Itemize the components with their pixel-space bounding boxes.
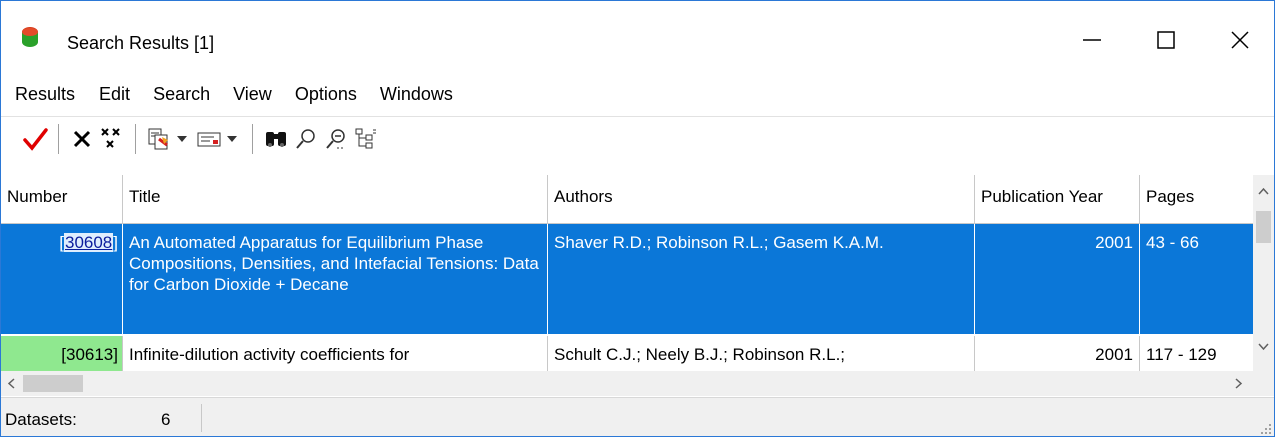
zoom-icon [296, 128, 315, 149]
cell-authors: Shaver R.D.; Robinson R.L.; Gasem K.A.M. [548, 224, 975, 335]
close-button[interactable] [1215, 17, 1265, 63]
message-dropdown[interactable] [225, 124, 239, 154]
dataset-number-link[interactable]: 30608 [63, 233, 114, 252]
tree-view-button[interactable] [352, 124, 380, 154]
cell-year: 2001 [975, 336, 1140, 371]
status-bar: Datasets: 6 [1, 397, 1274, 436]
horizontal-scroll-thumb[interactable] [23, 375, 83, 392]
column-header-pages[interactable]: Pages [1140, 175, 1253, 223]
cell-pages: 117 - 129 [1140, 336, 1253, 371]
message-icon [197, 132, 221, 146]
menu-view[interactable]: View [233, 80, 272, 109]
search-results-window: Search Results [1] Results Edit Search V… [0, 0, 1275, 437]
app-icon [22, 27, 38, 47]
copy-export-button[interactable] [145, 124, 173, 154]
delete-all-icon [101, 127, 120, 148]
menu-results[interactable]: Results [15, 80, 75, 109]
close-icon [1231, 31, 1249, 49]
chevron-down-icon [177, 135, 187, 142]
cell-number[interactable]: [30613] [1, 336, 123, 371]
delete-all-button[interactable] [98, 124, 126, 154]
scroll-down-icon[interactable] [1258, 343, 1269, 351]
column-header-authors[interactable]: Authors [548, 175, 975, 223]
column-header-number[interactable]: Number [1, 175, 123, 223]
accept-button[interactable] [21, 124, 49, 154]
cell-authors: Schult C.J.; Neely B.J.; Robinson R.L.; [548, 336, 975, 371]
delete-icon [73, 130, 91, 147]
cell-number[interactable]: [30608] [1, 224, 123, 335]
scroll-right-icon[interactable] [1235, 378, 1243, 389]
find-button[interactable] [262, 124, 290, 154]
scroll-up-icon[interactable] [1258, 187, 1269, 195]
binoculars-icon [266, 131, 286, 147]
minimize-button[interactable] [1067, 17, 1117, 63]
toolbar-separator [58, 123, 59, 154]
zoom-out-button[interactable] [322, 124, 350, 154]
checkmark-icon [23, 127, 48, 151]
horizontal-scrollbar[interactable] [1, 371, 1253, 396]
scrollbar-corner [1253, 371, 1274, 396]
menu-edit[interactable]: Edit [99, 80, 130, 109]
column-header-title[interactable]: Title [123, 175, 548, 223]
datasets-label: Datasets: [5, 410, 77, 429]
toolbar-separator [252, 123, 253, 154]
cell-title: Infinite-dilution activity coefficients … [123, 336, 548, 371]
vertical-scroll-thumb[interactable] [1256, 211, 1271, 243]
toolbar [1, 116, 1274, 160]
cell-year: 2001 [975, 224, 1140, 335]
cell-pages: 43 - 66 [1140, 224, 1253, 335]
scroll-left-icon[interactable] [7, 378, 15, 389]
copy-export-dropdown[interactable] [175, 124, 189, 154]
datasets-count: 6 [161, 410, 171, 429]
maximize-button[interactable] [1141, 17, 1191, 63]
menu-windows[interactable]: Windows [380, 80, 453, 109]
toolbar-separator [135, 123, 136, 154]
delete-button[interactable] [68, 124, 96, 154]
menu-options[interactable]: Options [295, 80, 357, 109]
message-button[interactable] [195, 124, 223, 154]
vertical-scrollbar[interactable] [1253, 175, 1274, 371]
minimize-icon [1083, 39, 1101, 41]
zoom-out-icon [326, 128, 345, 149]
table-row[interactable]: [30608] An Automated Apparatus for Equil… [1, 224, 1253, 335]
cell-title: An Automated Apparatus for Equilibrium P… [123, 224, 548, 335]
resize-grip-icon[interactable] [1260, 423, 1272, 435]
grid-header: Number Title Authors Publication Year Pa… [1, 175, 1253, 224]
column-header-publication-year[interactable]: Publication Year [975, 175, 1140, 223]
zoom-button[interactable] [292, 124, 320, 154]
title-bar[interactable]: Search Results [1] [1, 1, 1274, 75]
status-separator [201, 404, 202, 432]
menu-bar: Results Edit Search View Options Windows [1, 75, 1274, 113]
table-row[interactable]: [30613] Infinite-dilution activity coeff… [1, 336, 1253, 371]
maximize-icon [1157, 31, 1175, 49]
tree-view-icon [355, 128, 376, 148]
number-bracket-close: ] [113, 233, 118, 252]
results-grid: Number Title Authors Publication Year Pa… [1, 175, 1253, 371]
chevron-down-icon [227, 135, 237, 142]
menu-search[interactable]: Search [153, 80, 210, 109]
copy-export-icon [148, 128, 168, 149]
window-title: Search Results [1] [67, 33, 215, 53]
